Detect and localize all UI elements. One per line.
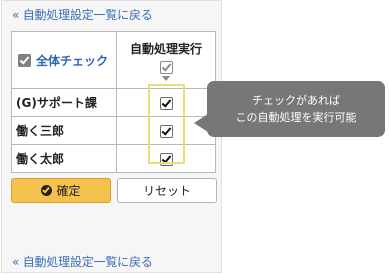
select-all-cell: 全体チェック: [11, 31, 117, 89]
row-check-cell: [116, 144, 216, 173]
row-checkbox[interactable]: [159, 96, 173, 110]
confirm-button[interactable]: 確定: [11, 178, 111, 203]
select-all-label: 全体チェック: [36, 53, 109, 68]
row-name: (G)サポート課: [11, 88, 117, 117]
table-row: 働く三郎: [11, 116, 216, 145]
annotation-callout: チェックがあれば この自動処理を実行可能: [207, 81, 385, 137]
table-header-row: 全体チェック 自動処理実行: [11, 31, 216, 89]
back-to-list-link-bottom[interactable]: « 自動処理設定一覧に戻る: [12, 253, 153, 270]
callout-pointer: [194, 114, 208, 132]
column-toggle[interactable]: [117, 60, 215, 81]
chevron-down-icon[interactable]: [162, 76, 170, 81]
row-checkbox[interactable]: [159, 124, 173, 138]
row-name: 働く太郎: [11, 144, 117, 173]
settings-panel: « 自動処理設定一覧に戻る 全体チェック 自動処理実行 (G)サポート課 働く三…: [1, 0, 222, 273]
back-to-list-link-top[interactable]: « 自動処理設定一覧に戻る: [12, 6, 153, 23]
row-checkbox[interactable]: [159, 152, 173, 166]
table-row: (G)サポート課: [11, 88, 216, 117]
callout-line-2: この自動処理を実行可能: [235, 111, 357, 124]
reset-button[interactable]: リセット: [117, 178, 217, 203]
check-circle-icon: [41, 185, 53, 196]
column-header-cell: 自動処理実行: [116, 31, 216, 89]
column-checkbox[interactable]: [159, 61, 173, 74]
select-all-toggle[interactable]: 全体チェック: [12, 52, 116, 69]
callout-line-1: チェックがあれば: [252, 94, 340, 107]
confirm-label: 確定: [56, 184, 81, 198]
row-check-cell: [116, 88, 216, 117]
column-header-title: 自動処理実行: [129, 42, 202, 56]
table-row: 働く太郎: [11, 144, 216, 173]
row-name: 働く三郎: [11, 116, 117, 145]
select-all-checkbox[interactable]: [18, 53, 31, 67]
reset-label: リセット: [142, 184, 191, 198]
assignment-table: 全体チェック 自動処理実行 (G)サポート課 働く三郎 働く太郎: [11, 31, 216, 173]
